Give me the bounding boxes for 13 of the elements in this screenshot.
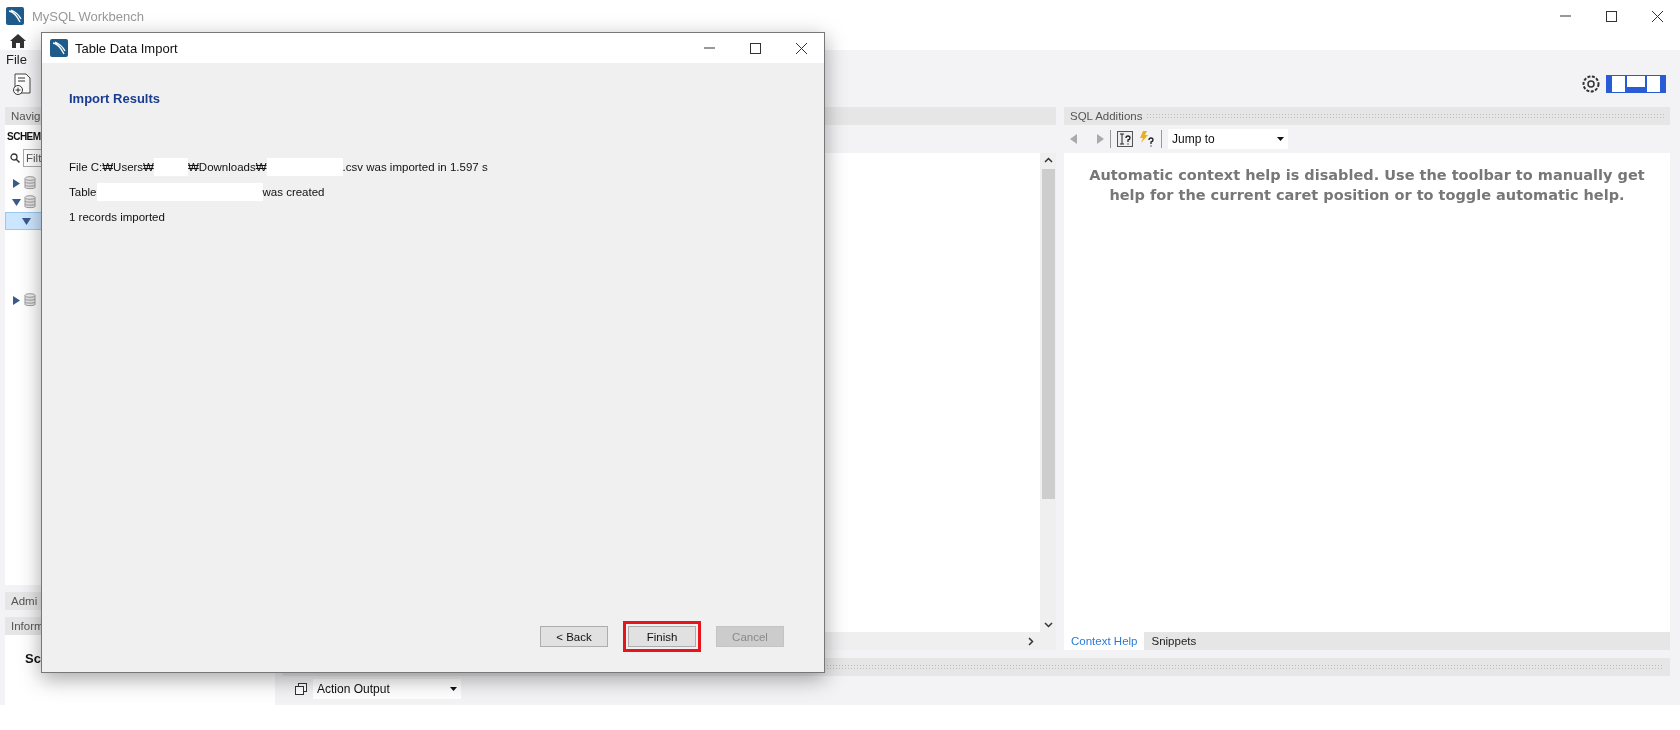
help-message: Automatic context help is disabled. Use the toolbar to manually get help for the current caret position or to toggle automatic help. xyxy=(1088,166,1646,205)
section-title: SCHEM xyxy=(6,131,42,144)
result-text: .csv was imported in 1.597 s xyxy=(342,161,488,173)
dialog-heading: Import Results xyxy=(69,91,161,106)
window-title: MySQL Workbench xyxy=(32,8,144,24)
result-text: was created xyxy=(262,186,325,198)
result-text: Table xyxy=(69,186,97,198)
info-title: Sc xyxy=(25,651,41,666)
result-text: ₩Downloads₩ xyxy=(187,161,267,173)
dialog-title: Table Data Import xyxy=(75,40,178,56)
result-text: 1 records imported xyxy=(69,211,165,223)
result-text: File C:₩Users₩ xyxy=(69,161,154,173)
panel-title: SQL Additions xyxy=(1070,110,1143,122)
